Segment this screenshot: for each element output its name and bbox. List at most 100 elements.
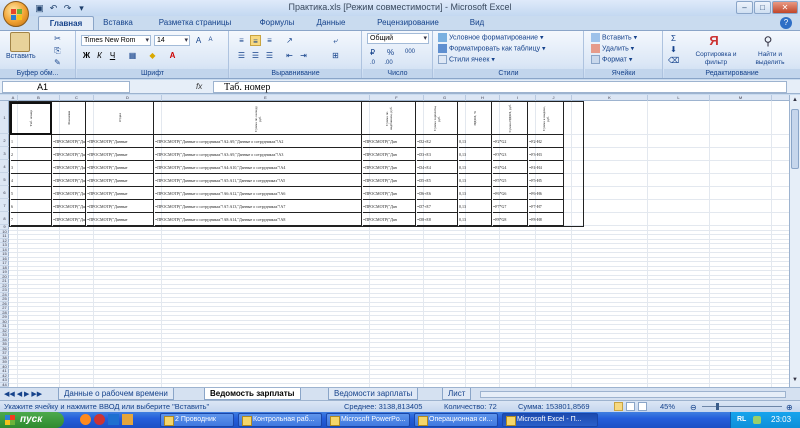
table-cell[interactable]: 0,13 — [459, 148, 492, 161]
table-row[interactable]: 5=ПРОСМОТР("Данные о=ПРОСМОТР("Данные=ПР… — [10, 187, 584, 200]
column-header-M[interactable]: M — [710, 95, 772, 101]
thousands-button[interactable]: 000 — [401, 47, 419, 58]
shrink-font-icon[interactable]: A — [205, 35, 216, 46]
align-center-icon[interactable]: ☰ — [250, 50, 261, 61]
maximize-button[interactable]: □ — [754, 1, 771, 14]
table-cell[interactable]: =ПРОСМОТР("Дан — [363, 213, 416, 226]
table-cell[interactable]: =ПРОСМОТР("Дан — [363, 174, 416, 187]
row-header-2[interactable]: 2 — [0, 134, 9, 147]
cell-styles-button[interactable]: Стили ячеек ▾ — [438, 55, 495, 64]
paste-button[interactable]: Вставить — [6, 53, 36, 60]
tab-view[interactable]: Вид — [462, 16, 492, 30]
table-cell[interactable]: =D5+E5 — [417, 174, 458, 187]
insert-function-button[interactable]: fx — [196, 82, 208, 92]
tab-page-layout[interactable]: Разметка страницы — [146, 16, 244, 30]
page-break-view-icon[interactable] — [638, 402, 647, 411]
table-cell[interactable]: =ПРОСМОТР("Дан — [363, 161, 416, 174]
undo-icon[interactable]: ↶ — [48, 3, 59, 14]
orientation-icon[interactable]: ↗ — [284, 35, 295, 46]
sheet-tab-salary-statement[interactable]: Ведомость зарплаты — [204, 388, 301, 400]
scroll-up-icon[interactable]: ▲ — [791, 97, 799, 105]
sheet-tab-list[interactable]: Лист — [442, 388, 472, 400]
table-cell[interactable]: 4 — [11, 174, 52, 187]
table-cell[interactable]: =ПРОСМОТР("Данные — [87, 135, 154, 148]
salary-table[interactable]: Таб. номер Фамилия Отдел Сумма по окладу, р… — [9, 101, 584, 227]
cut-icon[interactable]: ✂ — [52, 33, 63, 44]
table-cell[interactable]: =ПРОСМОТР("Дан — [363, 148, 416, 161]
table-cell[interactable]: =ПРОСМОТР("Данные о сотрудниках"!A7:A13,… — [155, 200, 362, 213]
row-header-1[interactable]: 1 — [0, 101, 9, 134]
bold-button[interactable]: Ж — [81, 50, 92, 61]
table-cell[interactable]: =F3-H3 — [529, 148, 564, 161]
table-cell[interactable]: =ПРОСМОТР("Данные — [87, 187, 154, 200]
name-box[interactable]: A1 — [2, 81, 130, 93]
table-cell[interactable]: =ПРОСМОТР("Данные о сотрудниках"!A6:A12,… — [155, 187, 362, 200]
table-cell[interactable]: 0,13 — [459, 187, 492, 200]
table-header-cell[interactable]: Сумма НДФЛ, руб. — [492, 102, 528, 135]
close-button[interactable]: ✕ — [772, 1, 798, 14]
table-cell[interactable]: =D3+E3 — [417, 148, 458, 161]
table-header-cell[interactable]: НДФЛ, % — [458, 102, 492, 135]
opera-icon[interactable] — [94, 414, 105, 425]
table-cell[interactable]: =ПРОСМОТР("Данные о — [53, 161, 86, 174]
page-layout-view-icon[interactable] — [626, 402, 635, 411]
table-cell[interactable]: 0,13 — [459, 161, 492, 174]
table-cell[interactable]: =F8*G8 — [493, 213, 528, 226]
table-cell[interactable]: 6 — [11, 200, 52, 213]
table-cell[interactable]: 0,13 — [459, 200, 492, 213]
minimize-button[interactable]: – — [736, 1, 753, 14]
table-cell[interactable]: =F2-H2 — [529, 135, 564, 148]
table-header-cell[interactable]: Сумма по надбавкам, руб. — [362, 102, 416, 135]
table-cell[interactable]: =ПРОСМОТР("Данные о сотрудниках"!A4:A10,… — [155, 161, 362, 174]
redo-icon[interactable]: ↷ — [62, 3, 73, 14]
table-cell[interactable]: =F4*G4 — [493, 161, 528, 174]
conditional-formatting-button[interactable]: Условное форматирование ▾ — [438, 33, 544, 42]
table-cell[interactable]: =ПРОСМОТР("Данные о сотрудниках"!A3:A9,"… — [155, 148, 362, 161]
fill-icon[interactable]: ⬇ — [668, 44, 679, 55]
autosum-icon[interactable]: Σ — [668, 33, 679, 44]
taskbar-item-explorer[interactable]: 2 Проводник — [160, 413, 234, 427]
format-as-table-button[interactable]: Форматировать как таблицу ▾ — [438, 44, 546, 53]
delete-cells-button[interactable]: Удалить ▾ — [591, 44, 634, 53]
sheet-nav-icon[interactable]: ◀◀ ◀ ▶ ▶▶ — [4, 390, 42, 398]
table-cell[interactable]: =D7+E7 — [417, 200, 458, 213]
table-row[interactable]: 1=ПРОСМОТР("Данные о=ПРОСМОТР("Данные=ПР… — [10, 135, 584, 148]
align-top-icon[interactable]: ≡ — [236, 35, 247, 46]
table-cell[interactable]: =F6*G6 — [493, 187, 528, 200]
table-cell[interactable]: =ПРОСМОТР("Дан — [363, 187, 416, 200]
number-format-select[interactable]: Общий — [367, 33, 429, 44]
table-cell[interactable]: =F8-H8 — [529, 213, 564, 226]
table-cell[interactable]: =ПРОСМОТР("Данные — [87, 161, 154, 174]
language-indicator[interactable]: RL — [737, 412, 746, 428]
clear-icon[interactable]: ⌫ — [668, 55, 679, 66]
vertical-scrollbar[interactable]: ▲ ▼ — [789, 95, 800, 387]
table-cell[interactable]: =D8+E8 — [417, 213, 458, 226]
table-cell[interactable]: =D4+E4 — [417, 161, 458, 174]
normal-view-icon[interactable] — [614, 402, 623, 411]
table-cell[interactable]: 5 — [11, 187, 52, 200]
table-cell[interactable]: =D2+E2 — [417, 135, 458, 148]
folder-icon[interactable] — [122, 414, 133, 425]
ie-icon[interactable] — [108, 414, 119, 425]
increase-decimal-icon[interactable]: .0 — [367, 58, 378, 69]
font-color-icon[interactable]: A — [167, 50, 178, 61]
table-cell[interactable]: 0,13 — [459, 135, 492, 148]
tab-home[interactable]: Главная — [38, 16, 94, 30]
table-cell[interactable]: 7 — [11, 213, 52, 226]
table-cell[interactable]: =ПРОСМОТР("Дан — [363, 135, 416, 148]
taskbar-item-powerpoint[interactable]: Microsoft PowerPo... — [326, 413, 410, 427]
taskbar-item-document[interactable]: Операционная си... — [414, 413, 498, 427]
currency-icon[interactable]: ₽ — [367, 47, 378, 58]
table-cell[interactable]: 3 — [11, 161, 52, 174]
zoom-slider-thumb[interactable] — [716, 403, 719, 410]
borders-icon[interactable]: ▦ — [127, 50, 138, 61]
table-cell[interactable]: 0,13 — [459, 213, 492, 226]
table-header-cell[interactable]: Сумма к выдаче, руб. — [528, 102, 564, 135]
table-cell[interactable]: =ПРОСМОТР("Данные о сотрудниках"!A5:A11,… — [155, 174, 362, 187]
decrease-indent-icon[interactable]: ⇤ — [284, 50, 295, 61]
table-cell[interactable]: =D6+E6 — [417, 187, 458, 200]
find-select-icon[interactable]: ⚲ — [760, 33, 776, 49]
table-cell[interactable]: 2 — [11, 148, 52, 161]
sheet-tab-salary-statements[interactable]: Ведомости зарплаты — [328, 388, 419, 400]
table-cell[interactable]: =ПРОСМОТР("Данные — [87, 200, 154, 213]
